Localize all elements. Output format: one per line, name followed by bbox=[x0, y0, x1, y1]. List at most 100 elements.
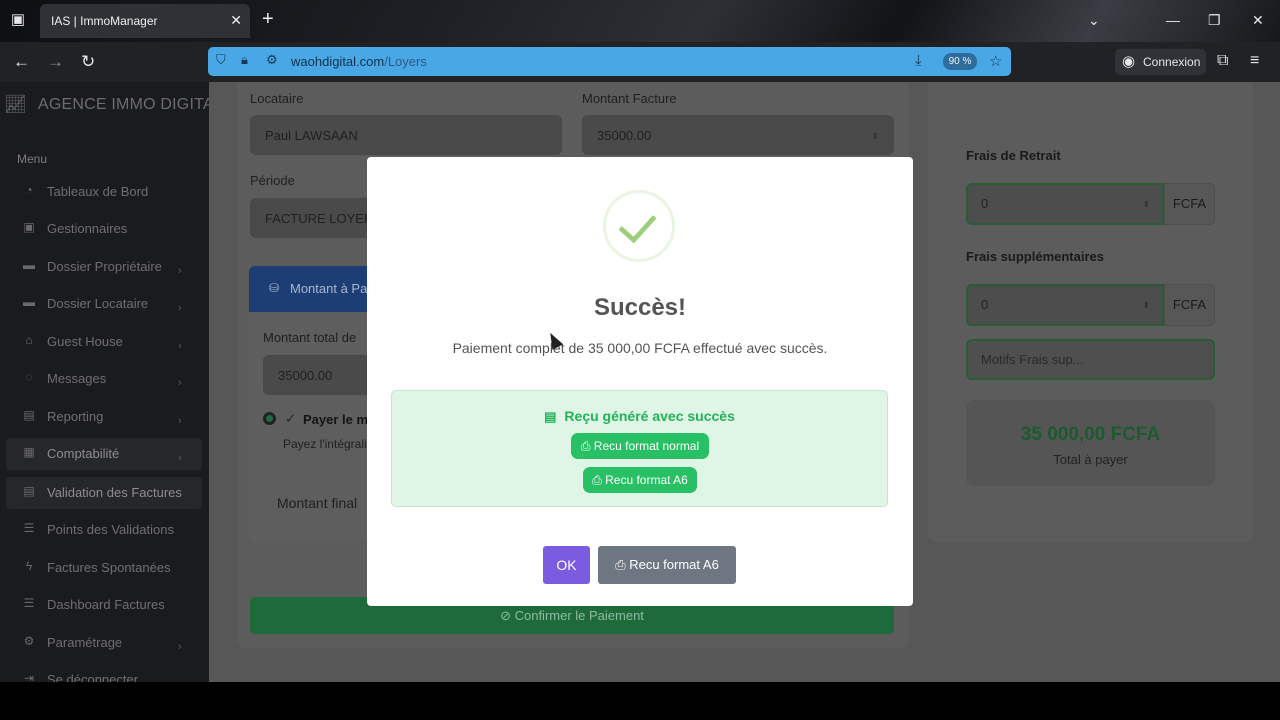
ok-button[interactable]: OK bbox=[543, 546, 590, 584]
sidebar-item-points-des-validations[interactable]: ☰ Points des Validations bbox=[6, 514, 202, 546]
success-check-icon bbox=[603, 190, 675, 262]
montant-facture-value: 35000.00 bbox=[597, 128, 652, 143]
sidebar-item-label: Dossier Propriétaire bbox=[47, 259, 162, 274]
folder-icon: ▬ bbox=[23, 258, 35, 272]
lock-icon[interactable]: 🔒︎ bbox=[241, 52, 248, 68]
minimize-icon[interactable]: — bbox=[1166, 11, 1180, 29]
spinner-icon[interactable]: ⬍ bbox=[1142, 185, 1150, 223]
sidebar-item-parametrage[interactable]: ⚙ Paramétrage › bbox=[6, 627, 202, 659]
locataire-field[interactable]: Paul LAWSAAN bbox=[250, 115, 562, 155]
sidebar-item-label: Validation des Factures bbox=[47, 485, 182, 500]
sidebar-item-reporting[interactable]: ▤ Reporting › bbox=[6, 401, 202, 433]
print-a6-label: Recu format A6 bbox=[629, 557, 719, 572]
forward-icon[interactable]: → bbox=[47, 52, 64, 72]
bolt-icon: ϟ bbox=[25, 559, 33, 573]
sidebar-item-label: Tableaux de Bord bbox=[47, 184, 149, 199]
chevron-right-icon: › bbox=[178, 452, 182, 464]
sidebar-item-dashboard-factures[interactable]: ☰ Dashboard Factures bbox=[6, 589, 202, 621]
address-bar[interactable]: ⛉ 🔒︎ ⚙ waohdigital.com/Loyers ⤓ 90 % ☆ bbox=[208, 47, 1011, 76]
modal-message: Paiement complet de 35 000,00 FCFA effec… bbox=[452, 340, 828, 356]
montant-facture-label: Montant Facture bbox=[582, 91, 677, 106]
connexion-button[interactable]: ◉ Connexion bbox=[1115, 49, 1206, 75]
extensions-icon[interactable]: ⧉ bbox=[1217, 52, 1228, 70]
shield-icon[interactable]: ⛉ bbox=[216, 52, 226, 68]
sidebar-item-label: Se déconnecter bbox=[47, 672, 139, 682]
tab-title: IAS | ImmoManager bbox=[51, 14, 158, 28]
zoom-level[interactable]: 90 % bbox=[943, 53, 977, 70]
frais-retrait-input[interactable]: 0 ⬍ bbox=[966, 183, 1164, 225]
chevron-right-icon: › bbox=[178, 340, 182, 352]
bottom-black-bar bbox=[0, 682, 1280, 720]
sidebar-item-tableaux-de-bord[interactable]: ◔ Tableaux de Bord bbox=[6, 176, 202, 208]
menu-icon[interactable]: ≡ bbox=[1250, 52, 1259, 70]
frais-retrait-label: Frais de Retrait bbox=[966, 148, 1061, 163]
new-tab-icon[interactable]: + bbox=[262, 9, 274, 29]
printer-icon: ⎙ bbox=[592, 473, 606, 487]
calculator-icon: ▦ bbox=[23, 445, 35, 459]
url-path: /Loyers bbox=[384, 54, 427, 69]
menu-label: Menu bbox=[17, 152, 48, 166]
back-icon[interactable]: ← bbox=[13, 52, 30, 72]
tab-overflow-icon[interactable]: ⌄ bbox=[1088, 11, 1100, 29]
download-page-icon[interactable]: ⤓ bbox=[915, 52, 922, 69]
tab-list-icon[interactable]: ▣ bbox=[8, 10, 28, 30]
bookmark-star-icon[interactable]: ☆ bbox=[989, 52, 1002, 70]
sidebar-item-label: Reporting bbox=[47, 409, 104, 424]
total-box: 35 000,00 FCFA Total à payer bbox=[966, 400, 1215, 486]
spinner-icon[interactable]: ⬍ bbox=[1142, 286, 1150, 324]
sidebar-item-dossier-proprietaire[interactable]: ▬ Dossier Propriétaire › bbox=[6, 251, 202, 283]
frais-supp-input[interactable]: 0 ⬍ bbox=[966, 284, 1164, 326]
receipt-a6-button[interactable]: ⎙ Recu format A6 bbox=[583, 467, 697, 493]
sidebar-item-guest-house[interactable]: ⌂ Guest House › bbox=[6, 326, 202, 358]
success-modal: Succès! Paiement complet de 35 000,00 FC… bbox=[367, 157, 913, 606]
dashboard-icon: ◔ bbox=[25, 183, 33, 197]
check-circle-icon: ⊘︎ bbox=[500, 608, 515, 623]
close-window-icon[interactable]: ✕ bbox=[1252, 11, 1264, 29]
receipt-normal-button[interactable]: ⎙ Recu format normal bbox=[571, 433, 709, 459]
reload-icon[interactable]: ↻ bbox=[81, 52, 95, 72]
sidebar-item-label: Paramétrage bbox=[47, 635, 123, 650]
spinner-icon[interactable]: ⬍ bbox=[871, 116, 879, 154]
sidebar-item-label: Gestionnaires bbox=[47, 221, 128, 236]
modal-title: Succès! bbox=[593, 294, 687, 321]
url-text[interactable]: waohdigital.com/Loyers bbox=[291, 54, 427, 69]
house-icon: ⌂ bbox=[25, 333, 33, 347]
close-tab-icon[interactable]: ✕ bbox=[230, 12, 242, 29]
sidebar-item-messages[interactable]: ◌ Messages › bbox=[6, 363, 202, 395]
browser-tab[interactable]: IAS | ImmoManager ✕ bbox=[40, 4, 250, 38]
printer-icon: ⎙ bbox=[580, 439, 594, 453]
currency-addon: FCFA bbox=[1164, 183, 1215, 225]
motifs-frais-input[interactable]: Motifs Frais sup... bbox=[966, 339, 1215, 380]
sidebar-item-factures-spontanees[interactable]: ϟ Factures Spontanées bbox=[6, 552, 202, 584]
payer-hint: Payez l'intégralit bbox=[283, 437, 370, 451]
periode-label: Période bbox=[250, 173, 295, 188]
permissions-icon[interactable]: ⚙ bbox=[266, 52, 278, 68]
print-a6-button[interactable]: ⎙ Recu format A6 bbox=[598, 546, 736, 584]
report-icon: ▤ bbox=[23, 408, 35, 422]
sidebar-item-se-deconnecter[interactable]: ⇥ Se déconnecter bbox=[6, 664, 202, 682]
sidebar-item-gestionnaires[interactable]: ▣ Gestionnaires bbox=[6, 213, 202, 245]
screen: ▣ IAS | ImmoManager ✕ + ⌄ — ❐ ✕ ← → ↻ ⛉ … bbox=[0, 0, 1280, 720]
brand[interactable]: 📈︎ AGENCE IMMO DIGITALE bbox=[4, 94, 209, 116]
list-icon: ☰ bbox=[23, 596, 35, 610]
chevron-right-icon: › bbox=[178, 265, 182, 277]
logout-icon: ⇥ bbox=[23, 671, 35, 682]
sidebar-item-label: Dossier Locataire bbox=[47, 296, 149, 311]
sidebar-item-dossier-locataire[interactable]: ▬ Dossier Locataire › bbox=[6, 288, 202, 320]
frais-supp-label: Frais supplémentaires bbox=[966, 249, 1104, 264]
sidebar-item-label: Factures Spontanées bbox=[47, 560, 171, 575]
total-amount: 35 000,00 FCFA bbox=[1020, 424, 1161, 445]
sidebar-item-label: Comptabilité bbox=[47, 446, 120, 461]
receipt-icon: ▤ bbox=[544, 409, 557, 424]
printer-icon: ⎙ bbox=[615, 557, 630, 572]
sidebar-item-validation-des-factures[interactable]: ▤ Validation des Factures bbox=[6, 477, 202, 509]
restore-icon[interactable]: ❐ bbox=[1208, 11, 1221, 29]
chevron-right-icon: › bbox=[178, 302, 182, 314]
frais-supp-value: 0 bbox=[981, 297, 989, 312]
montant-a-payer-title: Montant à Pa bbox=[290, 281, 368, 296]
payer-radio[interactable] bbox=[263, 412, 276, 425]
montant-facture-field[interactable]: 35000.00 ⬍ bbox=[582, 115, 894, 155]
sidebar-item-comptabilite[interactable]: ▦ Comptabilité › bbox=[6, 438, 202, 470]
folder-icon: ▬ bbox=[23, 295, 35, 309]
locataire-label: Locataire bbox=[250, 91, 304, 106]
